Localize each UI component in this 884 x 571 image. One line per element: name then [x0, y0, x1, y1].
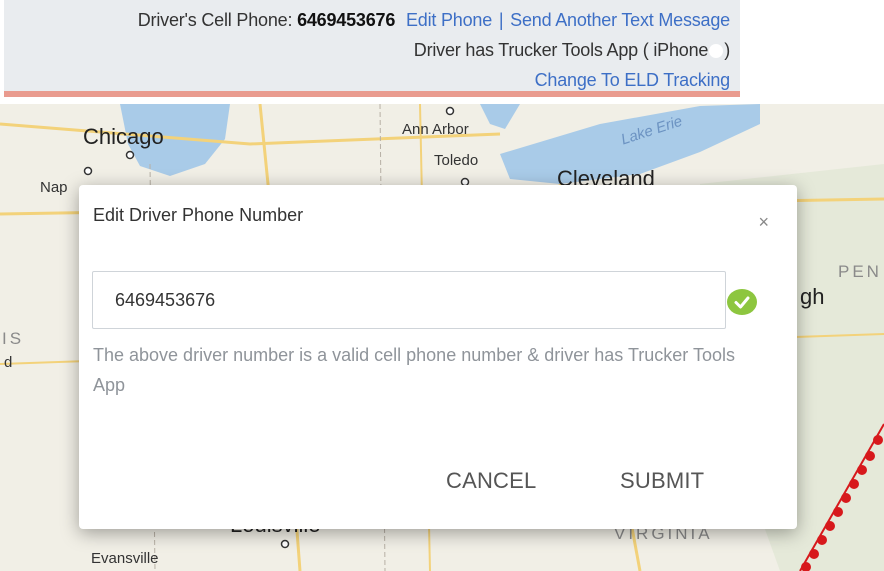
- cancel-button[interactable]: CANCEL: [446, 468, 536, 494]
- map-label-chicago: Chicago: [83, 124, 164, 149]
- phone-label: Driver's Cell Phone:: [137, 10, 293, 30]
- map-label-evansville: Evansville: [91, 550, 159, 567]
- map-label-pittsburgh: gh: [800, 284, 825, 309]
- modal-title: Edit Driver Phone Number: [93, 205, 304, 225]
- valid-check-icon: [727, 289, 757, 315]
- edit-phone-modal: Edit Driver Phone Number × The above dri…: [79, 185, 797, 529]
- submit-button[interactable]: SUBMIT: [620, 468, 704, 494]
- driver-phone-input[interactable]: [92, 271, 726, 329]
- close-icon[interactable]: ×: [758, 213, 769, 231]
- app-status-text: Driver has Trucker Tools App ( iPhone: [413, 40, 709, 60]
- map-label-indiana: d: [4, 354, 13, 371]
- map-label-naperville: Nap: [40, 179, 68, 196]
- map-label-toledo: Toledo: [434, 152, 479, 169]
- driver-info-panel: Driver's Cell Phone: 6469453676 Edit Pho…: [4, 0, 740, 97]
- validation-help-text: The above driver number is a valid cell …: [93, 345, 735, 395]
- tracking-line: Change To ELD Tracking: [535, 70, 731, 91]
- map-label-illinois: IS: [2, 329, 25, 348]
- app-status-suffix: ): [724, 40, 730, 60]
- phone-number: 6469453676: [297, 10, 396, 30]
- edit-phone-link[interactable]: Edit Phone: [406, 10, 492, 30]
- send-text-message-link[interactable]: Send Another Text Message: [510, 10, 730, 30]
- panel-accent-bar: [4, 91, 740, 97]
- map-label-ann-arbor: Ann Arbor: [402, 121, 469, 138]
- change-to-eld-tracking-link[interactable]: Change To ELD Tracking: [535, 70, 731, 90]
- driver-phone-line: Driver's Cell Phone: 6469453676 Edit Pho…: [138, 10, 730, 31]
- link-separator: |: [498, 10, 504, 30]
- map-label-pennsylvania: PEN: [838, 262, 882, 281]
- app-status-line: Driver has Trucker Tools App ( iPhone): [414, 40, 730, 61]
- platform-toggle-icon: [709, 44, 724, 58]
- lake-st-clair: [480, 104, 520, 129]
